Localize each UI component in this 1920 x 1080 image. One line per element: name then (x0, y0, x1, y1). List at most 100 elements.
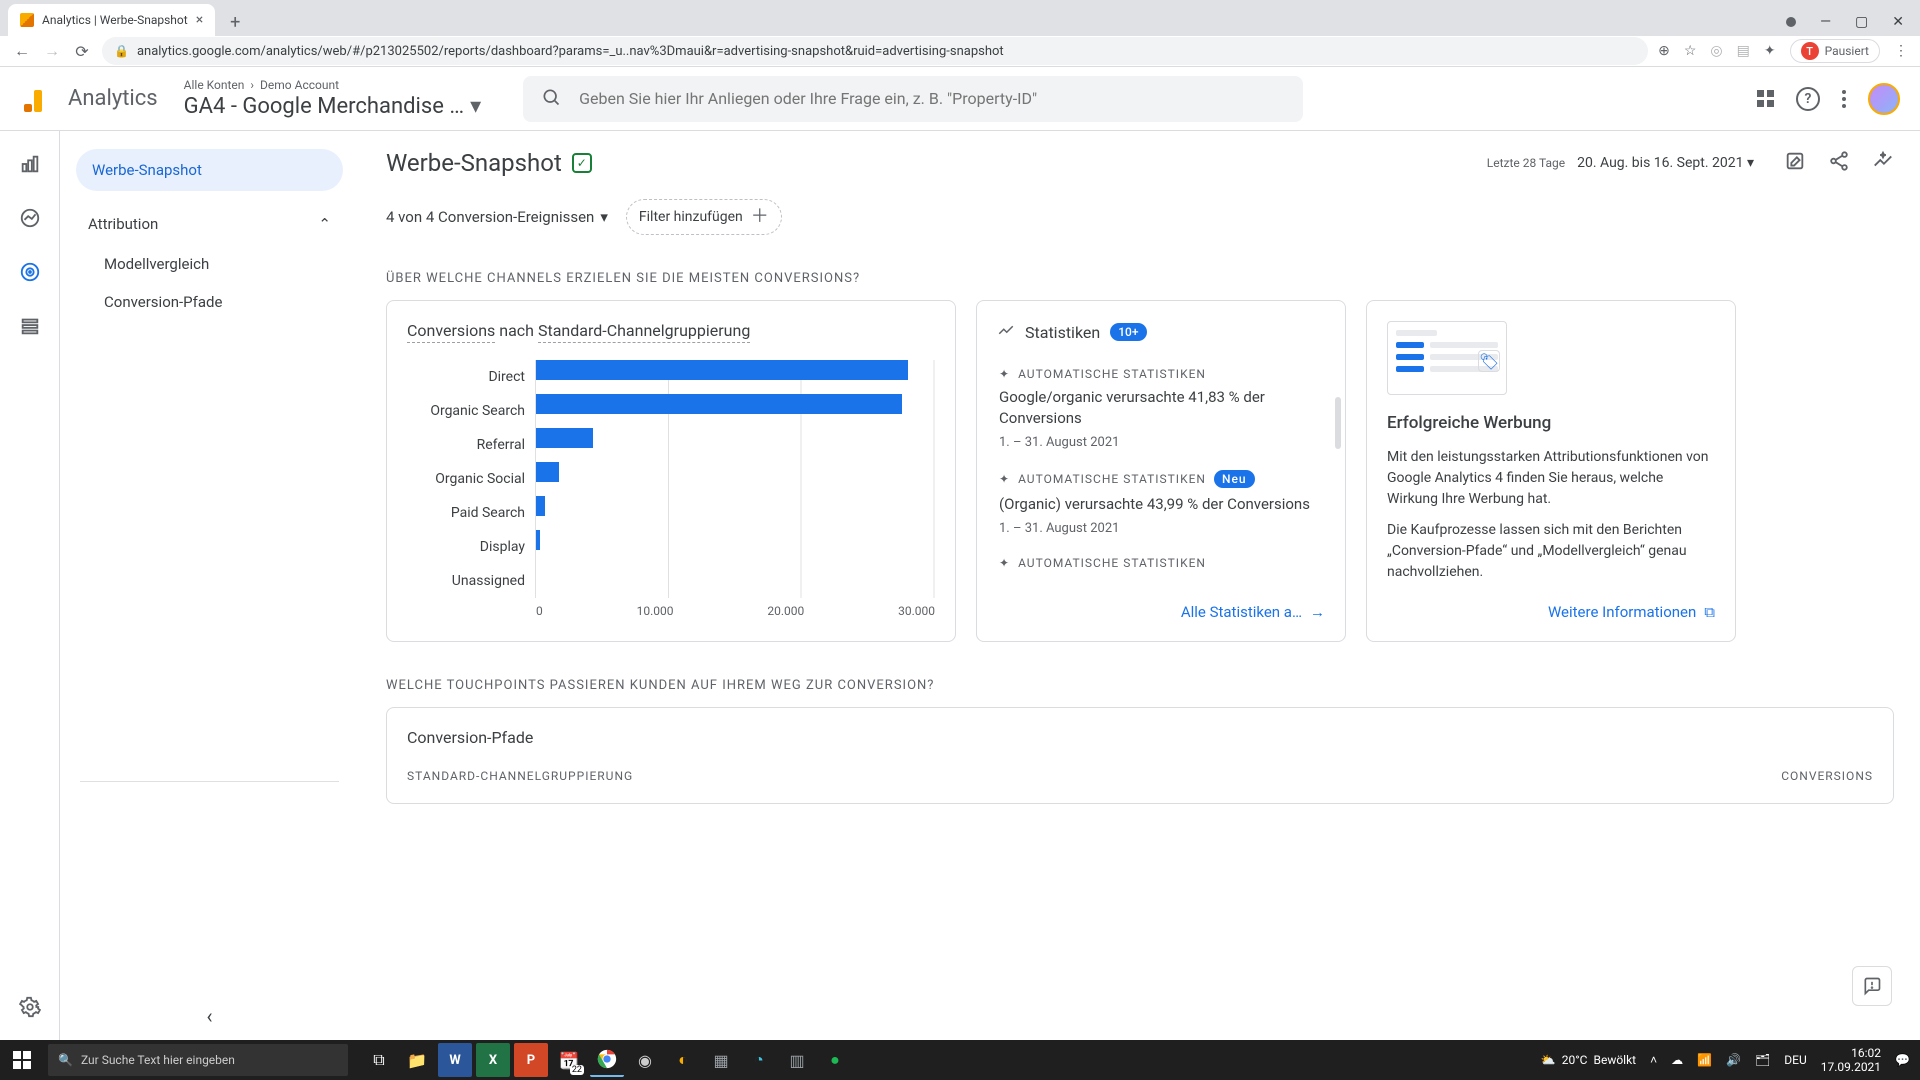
bookmark-icon[interactable]: ☆ (1684, 43, 1697, 59)
chevron-down-icon: ▾ (600, 208, 608, 226)
browser-tab[interactable]: Analytics | Werbe-Snapshot × (8, 4, 215, 36)
window-close-icon[interactable]: ✕ (1892, 14, 1904, 30)
customize-dashboard-icon[interactable] (1784, 150, 1806, 176)
breadcrumb-all-accounts[interactable]: Alle Konten (184, 78, 245, 92)
account-indicator-icon[interactable] (1786, 17, 1796, 27)
rail-advertising-icon[interactable] (17, 259, 43, 285)
insight-date: 1. – 31. August 2021 (999, 435, 1323, 450)
tray-language[interactable]: DEU (1784, 1053, 1806, 1067)
notepad-icon[interactable]: ▥ (780, 1043, 814, 1077)
bar-row: Unassigned (407, 564, 935, 598)
feedback-button[interactable] (1852, 966, 1892, 1006)
more-menu-icon[interactable] (1842, 90, 1846, 108)
forward-icon: → (42, 41, 62, 61)
bar-value[interactable] (536, 360, 908, 380)
app-dark-icon[interactable]: ▦ (704, 1043, 738, 1077)
maximize-icon[interactable]: ▢ (1855, 14, 1868, 30)
table-col-channel: STANDARD-CHANNELGRUPPIERUNG (407, 769, 633, 783)
extensions-icon[interactable]: ✦ (1764, 43, 1776, 59)
bar-value[interactable] (536, 462, 559, 482)
taskbar-weather[interactable]: ⛅ 20°C Bewölkt (1541, 1053, 1636, 1067)
analytics-logo-icon (20, 84, 50, 114)
card-promo: 🏷 Erfolgreiche Werbung Mit den leistungs… (1366, 300, 1736, 642)
scrollbar-thumb[interactable] (1335, 397, 1341, 449)
taskbar-clock[interactable]: 16:02 17.09.2021 (1821, 1046, 1881, 1075)
property-selector[interactable]: GA4 - Google Merchandise … ▾ (184, 94, 481, 119)
bar-value[interactable] (536, 496, 545, 516)
rail-configure-icon[interactable] (17, 313, 43, 339)
tray-chevron-icon[interactable]: ˄ (1650, 1053, 1657, 1067)
bar-label: Paid Search (407, 505, 535, 521)
reading-list-icon[interactable]: ▤ (1737, 43, 1750, 59)
sidebar-item-model-comparison[interactable]: Modellvergleich (72, 245, 347, 283)
rail-explore-icon[interactable] (17, 205, 43, 231)
word-icon[interactable]: W (438, 1043, 472, 1077)
task-view-icon[interactable]: ⧉ (362, 1043, 396, 1077)
sidebar-item-conversion-paths[interactable]: Conversion-Pfade (72, 283, 347, 321)
breadcrumb-account[interactable]: Demo Account (260, 78, 339, 92)
close-tab-icon[interactable]: × (196, 12, 203, 28)
taskbar-search[interactable]: 🔍 Zur Suche Text hier eingeben (48, 1044, 348, 1076)
excel-icon[interactable]: X (476, 1043, 510, 1077)
new-tab-button[interactable]: + (221, 8, 249, 36)
tray-battery-icon[interactable]: 🗂 (1755, 1053, 1770, 1067)
bar-row: Direct (407, 360, 935, 394)
app-generic-icon[interactable]: ◐ (666, 1043, 700, 1077)
spotify-icon[interactable]: ● (818, 1043, 852, 1077)
conversion-events-selector[interactable]: 4 von 4 Conversion-Ereignissen ▾ (386, 208, 608, 226)
obs-icon[interactable]: ◉ (628, 1043, 662, 1077)
reload-icon[interactable]: ⟳ (72, 41, 92, 61)
bar-value[interactable] (536, 530, 540, 550)
profile-badge[interactable]: T Pausiert (1790, 39, 1880, 63)
chevron-down-icon: ▾ (470, 94, 481, 119)
chrome-menu-icon[interactable]: ⋮ (1894, 43, 1908, 59)
file-explorer-icon[interactable]: 📁 (400, 1043, 434, 1077)
promo-illustration: 🏷 (1387, 321, 1507, 395)
view-all-insights-link[interactable]: Alle Statistiken a… → (1181, 593, 1325, 621)
account-avatar[interactable] (1868, 83, 1900, 115)
powerpoint-icon[interactable]: P (514, 1043, 548, 1077)
rail-reports-icon[interactable] (17, 151, 43, 177)
zoom-icon[interactable]: ⊕ (1658, 43, 1670, 59)
insight-item[interactable]: ✦AUTOMATISCHE STATISTIKEN Google/organic… (997, 357, 1325, 460)
bar-value[interactable] (536, 394, 902, 414)
insights-icon[interactable] (1872, 150, 1894, 176)
calendar-icon[interactable]: 📆22 (552, 1043, 586, 1077)
address-bar[interactable]: 🔒 analytics.google.com/analytics/web/#/p… (102, 37, 1648, 65)
share-icon[interactable] (1828, 150, 1850, 176)
conversion-paths-title: Conversion-Pfade (407, 728, 1873, 747)
date-range-picker[interactable]: 20. Aug. bis 16. Sept. 2021 ▾ (1577, 155, 1754, 171)
add-filter-chip[interactable]: Filter hinzufügen ＋ (626, 199, 782, 235)
chevron-right-icon: › (250, 78, 254, 92)
bar-row: Paid Search (407, 496, 935, 530)
insight-item[interactable]: ✦AUTOMATISCHE STATISTIKENNeu (Organic) v… (997, 460, 1325, 546)
promo-text-2: Die Kaufprozesse lassen sich mit den Ber… (1387, 520, 1715, 583)
minimize-icon[interactable]: — (1820, 14, 1831, 30)
bar-label: Organic Social (407, 471, 535, 487)
collapse-sidebar-icon[interactable]: ‹ (206, 1004, 212, 1028)
rail-admin-icon[interactable] (17, 994, 43, 1020)
auto-insights-icon: ✦ (999, 472, 1010, 486)
bar-value[interactable] (536, 428, 593, 448)
notifications-icon[interactable]: 💬 (1895, 1053, 1910, 1067)
sidebar-item-snapshot[interactable]: Werbe-Snapshot (76, 149, 343, 191)
search-input[interactable] (579, 89, 1285, 108)
neu-badge: Neu (1214, 470, 1255, 488)
start-button[interactable] (0, 1040, 44, 1080)
tray-cloud-icon[interactable]: ☁ (1671, 1053, 1683, 1067)
promo-more-link[interactable]: Weitere Informationen ⧉ (1548, 593, 1715, 621)
tray-wifi-icon[interactable]: 📶 (1697, 1053, 1712, 1067)
chrome-icon[interactable] (590, 1043, 624, 1077)
cast-icon[interactable]: ◎ (1710, 43, 1722, 59)
back-icon[interactable]: ← (12, 41, 32, 61)
insight-date: 1. – 31. August 2021 (999, 521, 1323, 536)
section-heading-channels: ÜBER WELCHE CHANNELS ERZIELEN SIE DIE ME… (386, 271, 1894, 286)
stats-title: Statistiken (1025, 323, 1100, 342)
search-box[interactable] (523, 76, 1303, 122)
card-conversions-by-channel: Conversions nach Standard-Channelgruppie… (386, 300, 956, 642)
help-icon[interactable]: ? (1796, 87, 1820, 111)
edge-icon[interactable]: ◔ (742, 1043, 776, 1077)
sidebar-group-attribution[interactable]: Attribution ⌃ (72, 203, 347, 245)
apps-grid-icon[interactable] (1757, 90, 1774, 107)
tray-volume-icon[interactable]: 🔊 (1726, 1053, 1741, 1067)
